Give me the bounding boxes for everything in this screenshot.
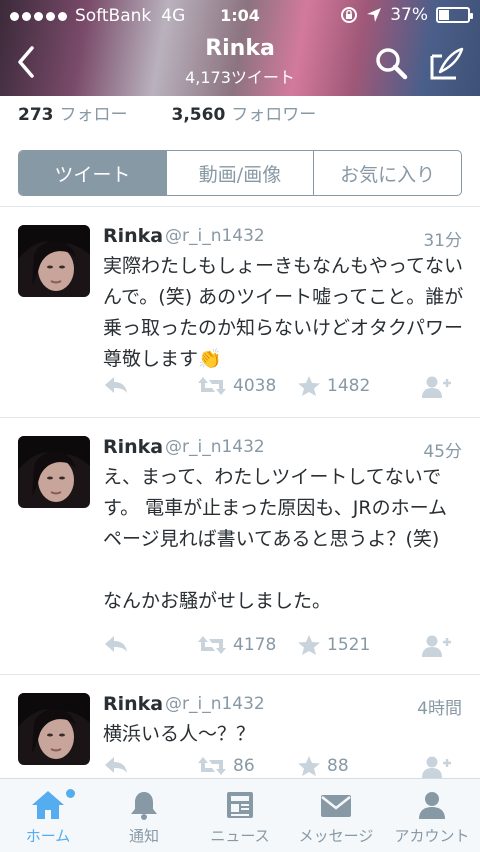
tabbar-messages[interactable]: メッセージ <box>288 779 384 852</box>
tweet-item[interactable]: Rinka @r_i_n1432 31分 実際わたしもしょーきもなんもやってない… <box>0 207 480 417</box>
tabbar-label: アカウント <box>394 827 470 845</box>
tabbar-label: ニュース <box>210 827 270 845</box>
add-user-icon <box>422 635 451 657</box>
profile-header: SoftBank 4G 1:04 37% Rinka 4,173ツイート <box>0 0 480 96</box>
envelope-icon <box>321 795 351 817</box>
rotation-lock-icon <box>341 7 358 23</box>
follow-button[interactable] <box>421 755 451 778</box>
tweet-item[interactable]: Rinka @r_i_n1432 45分 え、まって、わたしツイートしてないです… <box>0 418 480 676</box>
tabbar-label: メッセージ <box>298 827 374 845</box>
tweet-actions: 86 88 <box>103 755 463 778</box>
retweet-button[interactable]: 86 <box>197 755 255 777</box>
tweet-age: 45分 <box>423 442 462 462</box>
bottom-tab-bar: ホーム 通知 ニュース メッセージ アカウント <box>0 778 480 852</box>
author-name[interactable]: Rinka <box>103 436 163 458</box>
favorite-button[interactable]: 88 <box>297 755 349 777</box>
retweet-icon <box>198 377 226 395</box>
unread-dot <box>66 789 75 798</box>
favorite-button[interactable]: 1482 <box>297 375 370 397</box>
reply-button[interactable] <box>103 375 129 395</box>
avatar[interactable] <box>18 693 90 765</box>
tab-tweets[interactable]: ツイート <box>19 151 167 195</box>
star-icon <box>298 756 320 776</box>
add-user-icon <box>422 376 451 398</box>
following-count: 273 <box>18 105 54 125</box>
home-icon <box>32 791 64 819</box>
battery-percent: 37% <box>390 5 428 25</box>
star-icon <box>298 376 320 396</box>
retweet-button[interactable]: 4038 <box>197 375 276 397</box>
tabbar-news[interactable]: ニュース <box>192 779 288 852</box>
avatar[interactable] <box>18 436 90 508</box>
followers-stat[interactable]: 3,560 フォロワー <box>172 100 317 125</box>
reply-icon <box>105 377 127 393</box>
tweet-text: 実際わたしもしょーきもなんもやってないんで。(笑) あのツイート嘘ってこと。誰が… <box>103 255 464 370</box>
tweet-text: 横浜いる人〜？？ <box>103 723 256 745</box>
tabbar-label: 通知 <box>128 827 159 845</box>
favorite-button[interactable]: 1521 <box>297 634 370 656</box>
favorite-count: 1521 <box>327 635 371 655</box>
retweet-icon <box>198 636 226 654</box>
favorite-count: 1482 <box>327 376 371 396</box>
tweet-text: え、まって、わたしツイートしてないです。 電車が止まった原因も、JRのホームペー… <box>103 466 448 612</box>
avatar[interactable] <box>18 225 90 297</box>
reply-button[interactable] <box>103 755 129 775</box>
following-label: フォロー <box>59 105 128 125</box>
retweet-count: 4038 <box>233 376 277 396</box>
retweet-button[interactable]: 4178 <box>197 634 276 656</box>
profile-tabs: ツイート 動画/画像 お気に入り <box>18 150 462 196</box>
following-stat[interactable]: 273 フォロー <box>18 100 128 125</box>
tab-media[interactable]: 動画/画像 <box>167 151 315 195</box>
person-icon <box>419 792 445 819</box>
battery-icon <box>436 7 473 23</box>
tweet-actions: 4038 1482 <box>103 375 463 401</box>
followers-count: 3,560 <box>171 105 226 125</box>
search-icon[interactable] <box>372 44 412 84</box>
follow-button[interactable] <box>421 634 451 658</box>
compose-icon[interactable] <box>428 44 468 84</box>
retweet-icon <box>198 757 226 775</box>
star-icon <box>298 635 320 655</box>
retweet-count: 4178 <box>233 635 277 655</box>
favorite-count: 88 <box>327 756 349 776</box>
tab-favorites[interactable]: お気に入り <box>314 151 461 195</box>
tabbar-label: ホーム <box>25 827 71 845</box>
profile-stats: 273 フォロー 3,560 フォロワー <box>18 100 316 125</box>
author-handle: @r_i_n1432 <box>165 437 265 457</box>
tweet-actions: 4178 1521 <box>103 634 463 660</box>
location-icon <box>367 8 382 22</box>
follow-button[interactable] <box>421 375 451 399</box>
tabbar-notifications[interactable]: 通知 <box>96 779 192 852</box>
author-handle: @r_i_n1432 <box>165 226 265 246</box>
reply-icon <box>105 636 127 652</box>
tabbar-account[interactable]: アカウント <box>384 779 480 852</box>
add-user-icon <box>422 756 451 778</box>
tweet-age: 31分 <box>423 231 462 251</box>
tweet-age: 4時間 <box>417 699 462 719</box>
author-handle: @r_i_n1432 <box>165 694 265 714</box>
author-name[interactable]: Rinka <box>103 225 163 247</box>
author-name[interactable]: Rinka <box>103 693 163 715</box>
tweet-item[interactable]: Rinka @r_i_n1432 4時間 横浜いる人〜？？ 86 88 <box>0 675 480 778</box>
news-icon <box>227 792 253 818</box>
reply-icon <box>105 757 127 773</box>
bell-icon <box>131 792 157 820</box>
tabbar-home[interactable]: ホーム <box>0 779 96 852</box>
reply-button[interactable] <box>103 634 129 654</box>
followers-label: フォロワー <box>231 105 317 125</box>
retweet-count: 86 <box>233 756 255 776</box>
